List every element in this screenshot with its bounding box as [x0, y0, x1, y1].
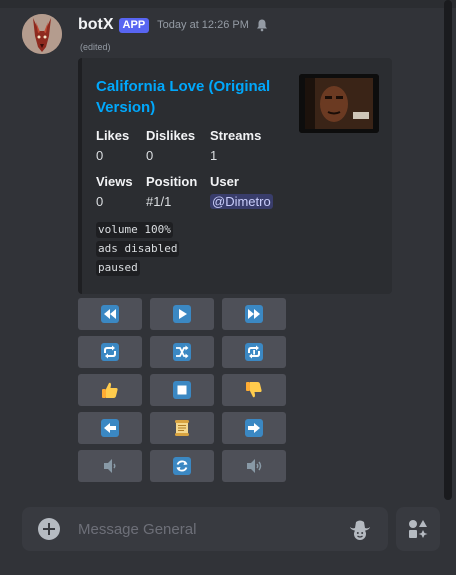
field-user: User @Dimetro [210, 174, 273, 210]
play-button[interactable] [150, 298, 214, 330]
code-paused: paused [96, 260, 140, 276]
embed-title-link[interactable]: California Love (Original Version) [96, 76, 284, 118]
scroll-icon [175, 420, 189, 436]
rewind-button[interactable] [78, 298, 142, 330]
stop-icon [173, 381, 191, 399]
timestamp[interactable]: Today at 12:26 PM [157, 19, 249, 31]
repeat-button[interactable] [78, 336, 142, 368]
red-fox-avatar-icon [22, 14, 62, 54]
like-button[interactable] [78, 374, 142, 406]
field-likes-value: 0 [96, 148, 104, 163]
thumbs-up-icon [102, 382, 118, 398]
field-views-value: 0 [96, 194, 104, 209]
volume-down-icon [104, 459, 116, 473]
code-ads: ads disabled [96, 241, 180, 257]
embed-card: California Love (Original Version) Likes… [78, 58, 392, 294]
field-views-name: Views [96, 174, 133, 189]
edited-label: (edited) [80, 42, 111, 52]
message-composer [22, 507, 388, 551]
fast-forward-icon [245, 305, 263, 323]
arrow-right-icon [245, 419, 263, 437]
play-icon [173, 305, 191, 323]
avatar[interactable] [22, 14, 62, 54]
queue-button[interactable] [150, 412, 214, 444]
field-views: Views 0 [96, 174, 133, 210]
album-cover-thumbnail[interactable] [299, 74, 379, 133]
field-position: Position #1/1 [146, 174, 197, 210]
field-position-value: #1/1 [146, 194, 172, 209]
volume-up-button[interactable] [222, 450, 286, 482]
message-input[interactable] [78, 518, 338, 540]
shuffle-button[interactable] [150, 336, 214, 368]
field-streams-name: Streams [210, 128, 262, 143]
top-strip [0, 0, 456, 8]
user-mention[interactable]: @Dimetro [210, 194, 273, 209]
refresh-icon [173, 457, 191, 475]
dislike-button[interactable] [222, 374, 286, 406]
status-code-lines: volume 100% ads disabled paused [96, 222, 180, 279]
repeat-one-icon [245, 343, 263, 361]
rewind-icon [101, 305, 119, 323]
shuffle-icon [173, 343, 191, 361]
volume-up-icon [247, 459, 262, 473]
apps-button[interactable] [396, 507, 440, 551]
username[interactable]: botX [78, 16, 114, 34]
previous-button[interactable] [78, 412, 142, 444]
repeat-icon [101, 343, 119, 361]
bell-mute-icon [256, 19, 267, 32]
fast-forward-button[interactable] [222, 298, 286, 330]
field-dislikes-name: Dislikes [146, 128, 196, 143]
stop-button[interactable] [150, 374, 214, 406]
scrollbar[interactable] [444, 0, 452, 500]
field-position-name: Position [146, 174, 198, 189]
apps-icon [409, 520, 428, 538]
volume-down-button[interactable] [78, 450, 142, 482]
arrow-left-icon [101, 419, 119, 437]
next-button[interactable] [222, 412, 286, 444]
album-cover-icon [299, 74, 379, 133]
field-likes-name: Likes [96, 128, 130, 143]
field-dislikes-value: 0 [146, 148, 154, 163]
add-attachment-button[interactable] [38, 518, 60, 540]
thumbs-down-icon [246, 382, 262, 398]
repeat-one-button[interactable] [222, 336, 286, 368]
scrollbar-thumb[interactable] [444, 0, 452, 500]
field-dislikes: Dislikes 0 [146, 128, 195, 164]
cowboy-emoji-icon[interactable] [348, 517, 372, 541]
message-header: botX APP Today at 12:26 PM [78, 15, 269, 35]
plus-icon [43, 523, 55, 535]
app-badge: APP [118, 17, 150, 33]
field-likes: Likes 0 [96, 128, 129, 164]
field-streams-value: 1 [210, 148, 218, 163]
code-volume: volume 100% [96, 222, 173, 238]
field-user-name: User [210, 174, 239, 189]
field-streams: Streams 1 [210, 128, 261, 164]
refresh-button[interactable] [150, 450, 214, 482]
